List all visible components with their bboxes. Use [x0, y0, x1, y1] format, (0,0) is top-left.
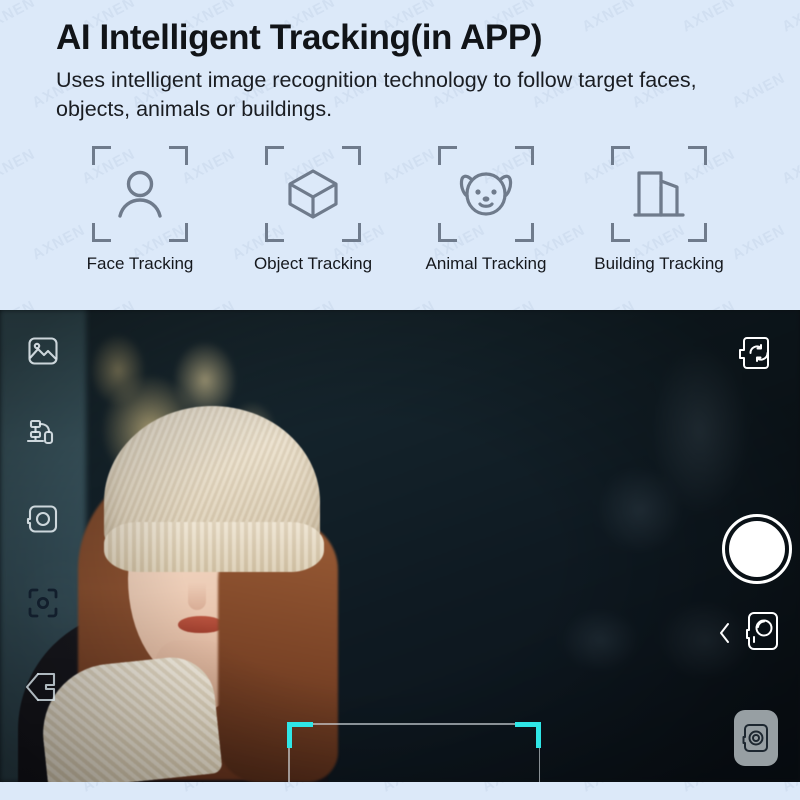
tracking-corner-top-left-icon: [287, 722, 313, 748]
frame-corner-top-left-icon: [438, 146, 457, 166]
tracking-mode-label: Face Tracking: [86, 254, 194, 274]
gallery-icon[interactable]: [20, 328, 66, 374]
tracking-modes-row: Face Tracking Object Tracking Animal Tra…: [56, 146, 744, 274]
dog-face-icon: [458, 167, 514, 221]
tracking-mode-object[interactable]: Object Tracking: [233, 146, 393, 274]
back-arrow-icon[interactable]: [20, 664, 66, 710]
camera-left-toolbar: [0, 310, 86, 782]
tracking-box-overlay: [287, 722, 541, 782]
frame-corner-bottom-right-icon: [688, 223, 707, 243]
preview-vignette: [0, 310, 800, 782]
frame-corner-top-left-icon: [611, 146, 630, 166]
frame-corner-bottom-left-icon: [265, 223, 284, 243]
page-root: AXNEN AXNEN AXNEN AXNEN AXNEN AXNEN AXNEN AXNEN…: [0, 0, 800, 800]
shutter-core: [729, 521, 785, 577]
info-section: AI Intelligent Tracking(in APP) Uses int…: [0, 0, 800, 310]
mode-frame: [438, 146, 534, 243]
tracking-mode-face[interactable]: Face Tracking: [60, 146, 220, 274]
photo-mode-icon[interactable]: [734, 710, 778, 766]
camera-flip-icon[interactable]: [732, 330, 778, 376]
focus-target-icon[interactable]: [20, 580, 66, 626]
frame-corner-top-right-icon: [515, 146, 534, 166]
tracking-mode-label: Object Tracking: [253, 254, 373, 274]
person-icon: [113, 167, 167, 221]
frame-corner-top-right-icon: [342, 146, 361, 166]
page-description: Uses intelligent image recognition techn…: [56, 68, 697, 122]
frame-corner-bottom-right-icon: [515, 223, 534, 243]
mode-frame: [265, 146, 361, 243]
tracking-mode-label: Building Tracking: [594, 254, 724, 274]
tracking-corner-top-right-icon: [515, 722, 541, 748]
tracking-mode-animal[interactable]: Animal Tracking: [406, 146, 566, 274]
tracking-mode-label: Animal Tracking: [425, 254, 547, 274]
record-mode-icon[interactable]: [740, 608, 786, 654]
frame-corner-bottom-left-icon: [611, 223, 630, 243]
chevron-left-icon[interactable]: [716, 620, 734, 646]
camera-preview[interactable]: [0, 310, 800, 782]
tracking-box-edge-top: [288, 723, 540, 725]
frame-corner-bottom-left-icon: [92, 223, 111, 243]
frame-corner-bottom-right-icon: [169, 223, 188, 243]
ptz-mount-icon[interactable]: [20, 412, 66, 458]
frame-corner-top-right-icon: [688, 146, 707, 166]
frame-corner-top-left-icon: [92, 146, 111, 166]
camera-mode-icon[interactable]: [20, 496, 66, 542]
tracking-mode-building[interactable]: Building Tracking: [579, 146, 739, 274]
camera-right-toolbar: [714, 310, 800, 782]
frame-corner-bottom-right-icon: [342, 223, 361, 243]
page-title: AI Intelligent Tracking(in APP): [56, 18, 543, 57]
frame-corner-top-right-icon: [169, 146, 188, 166]
buildings-icon: [633, 167, 685, 221]
frame-corner-bottom-left-icon: [438, 223, 457, 243]
frame-corner-top-left-icon: [265, 146, 284, 166]
mode-frame: [611, 146, 707, 243]
shutter-button[interactable]: [722, 514, 792, 584]
mode-frame: [92, 146, 188, 243]
cube-icon: [285, 166, 341, 222]
